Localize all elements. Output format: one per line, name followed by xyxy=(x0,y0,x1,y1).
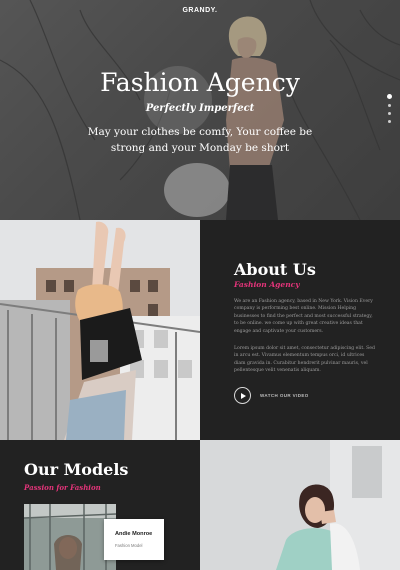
slider-dot-3[interactable] xyxy=(387,112,391,115)
about-photo-illustration xyxy=(0,220,200,440)
slider-pagination xyxy=(386,94,392,128)
about-section: About Us Fashion Agency We are an Fashio… xyxy=(200,220,400,440)
watch-video-label[interactable]: WATCH OUR VIDEO xyxy=(260,393,309,398)
hero-title: Fashion Agency xyxy=(100,68,300,97)
watch-video-button[interactable]: WATCH OUR VIDEO xyxy=(234,387,309,404)
models-photo-illustration xyxy=(200,440,400,570)
about-subtitle: Fashion Agency xyxy=(234,280,300,289)
hero-tagline: May your clothes be comfy, Your coffee b… xyxy=(87,126,313,154)
slider-dot-4[interactable] xyxy=(387,120,391,123)
about-title: About Us xyxy=(234,260,316,279)
play-icon[interactable] xyxy=(234,387,251,404)
site-logo[interactable]: GRANDY. xyxy=(0,7,400,14)
models-title: Our Models xyxy=(24,460,129,479)
hero-script-subtitle: Perfectly Imperfect xyxy=(145,103,255,114)
model-thumbnail-image xyxy=(24,504,116,570)
model-name[interactable]: Andie Monroe xyxy=(115,531,152,537)
slider-dot-2[interactable] xyxy=(387,104,391,107)
model-role: Fashion Model xyxy=(115,543,143,548)
about-photo xyxy=(0,220,200,440)
model-card[interactable]: Andie Monroe Fashion Model xyxy=(104,519,164,560)
about-paragraph-2: Lorem ipsum dolor sit amet, consectetur … xyxy=(234,346,375,374)
hero-section: GRANDY. Fashion Agency Perfectly Imperfe… xyxy=(0,0,400,220)
models-photo xyxy=(200,440,400,570)
about-paragraph-1: We are an Fashion agency, based in New Y… xyxy=(234,299,373,334)
models-subtitle: Passion for Fashion xyxy=(24,483,101,492)
models-section: Our Models Passion for Fashion Andie Mon… xyxy=(0,440,200,570)
slider-dot-1[interactable] xyxy=(386,94,392,99)
model-thumbnail[interactable] xyxy=(24,504,116,570)
